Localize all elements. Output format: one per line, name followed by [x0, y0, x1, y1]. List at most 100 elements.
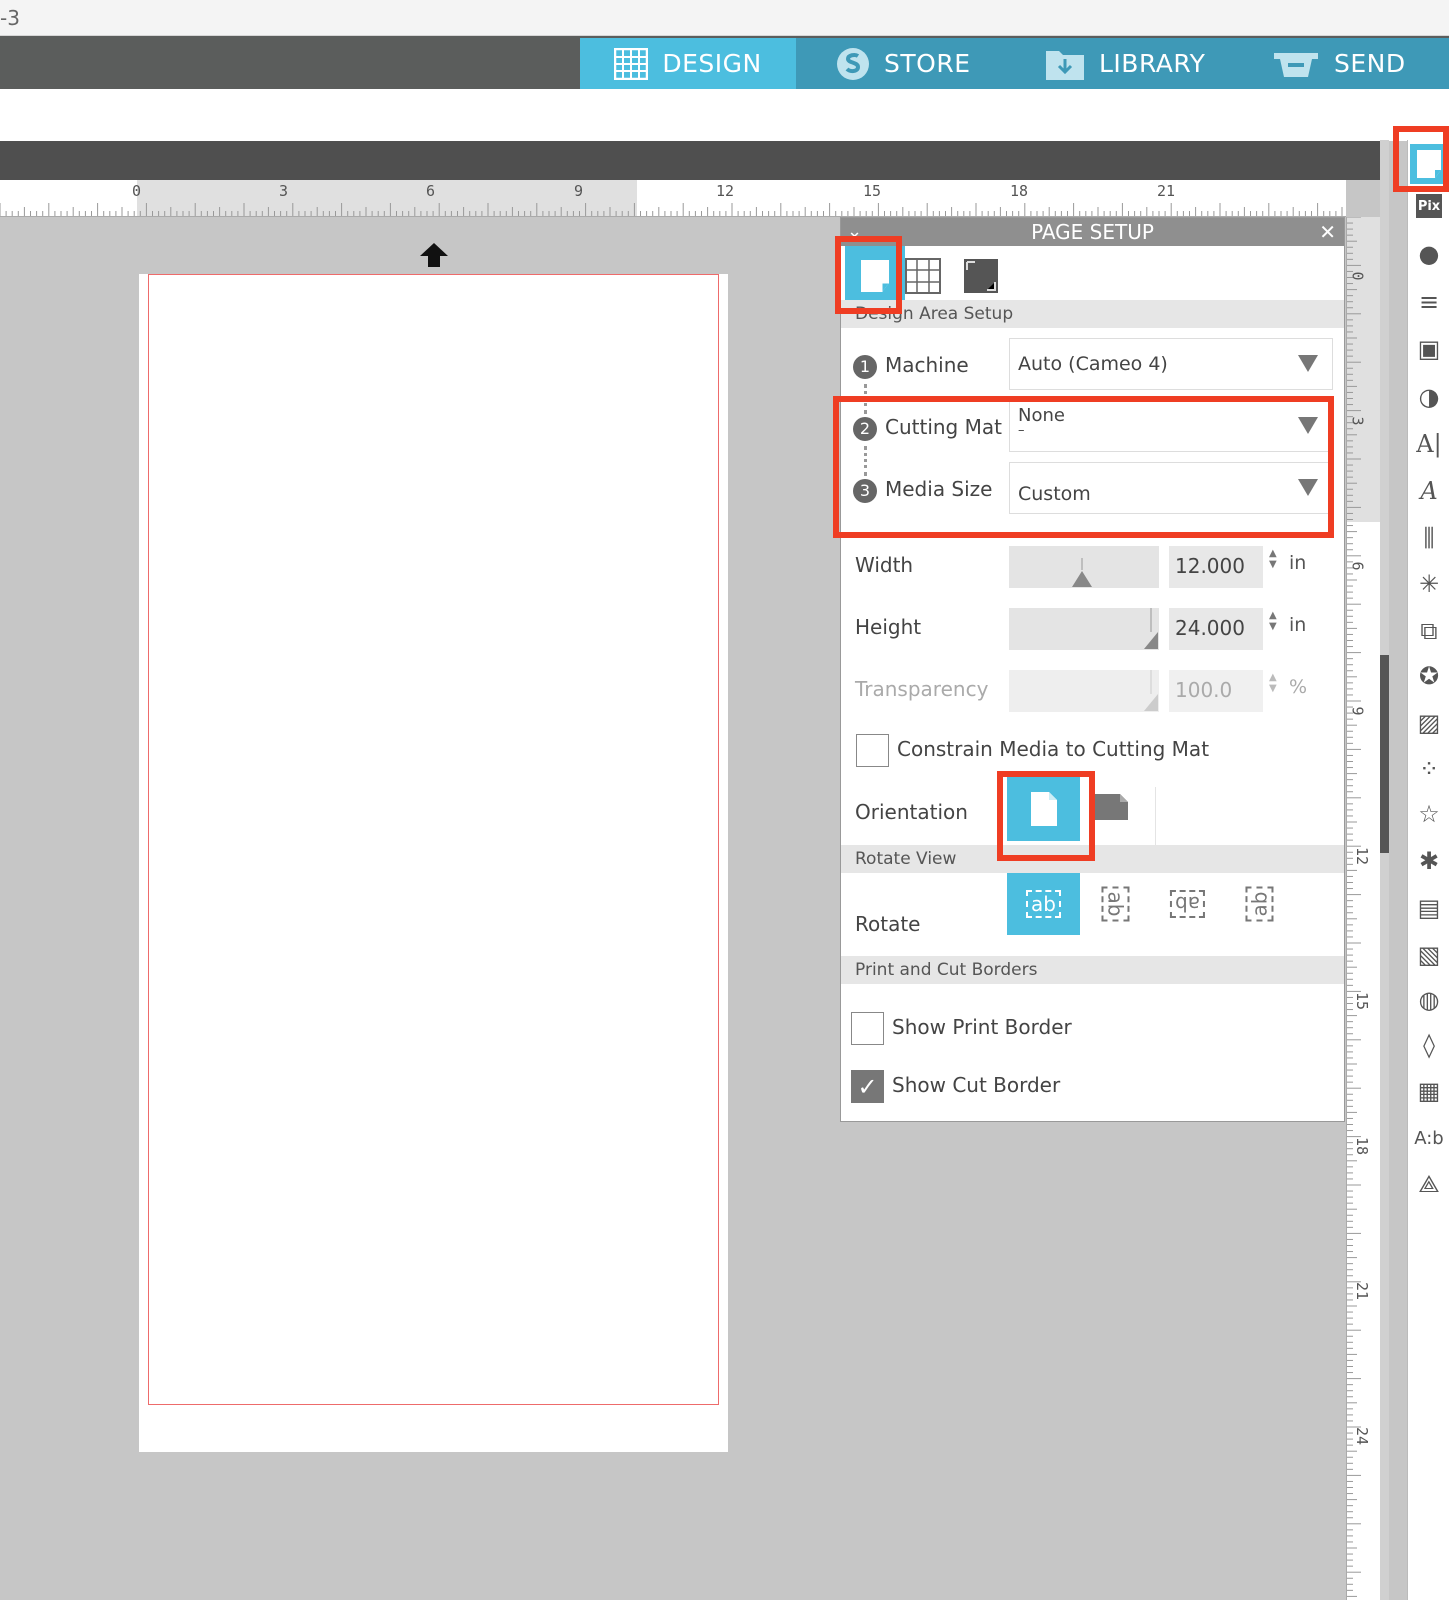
constrain-media-label: Constrain Media to Cutting Mat [897, 737, 1210, 761]
align-icon[interactable]: ⫼ [1412, 521, 1446, 555]
ruler-label: 21 [1157, 182, 1176, 200]
vertical-ruler[interactable]: 0 3 6 9 12 15 18 21 24 [1346, 217, 1380, 1600]
highlight-mat-media-fields [833, 396, 1334, 538]
fill-pattern-icon[interactable]: ▣ [1412, 332, 1446, 366]
height-label: Height [855, 615, 922, 639]
height-unit: in [1289, 614, 1307, 636]
star-badge-icon[interactable]: ✪ [1412, 659, 1446, 693]
tab-store-label: STORE [884, 49, 971, 78]
pixscan-tool-icon[interactable]: Pix [1416, 194, 1442, 218]
font-style-icon[interactable]: A:b [1412, 1121, 1446, 1155]
rotate-180-icon: ab [1170, 890, 1205, 918]
ruler-label: 6 [426, 182, 436, 200]
trace-icon[interactable]: ▨ [1412, 706, 1446, 740]
right-panel-toolbar: Pix ● ≡ ▣ ◑ A| A ⫼ ✳ ⧉ ✪ ▨ ⁘ ☆ ✱ ▤ ▧ ◍ ◊… [1407, 140, 1449, 1600]
text-tool-icon[interactable]: A| [1412, 427, 1446, 461]
ruler-label: 15 [1353, 991, 1372, 1011]
ruler-label: 0 [1348, 271, 1367, 281]
document-tabs-strip [0, 141, 1380, 180]
ruler-label: 18 [1353, 1136, 1372, 1156]
tab-design[interactable]: DESIGN [580, 38, 796, 89]
ruler-label: 12 [716, 182, 735, 200]
sparkle-dots-icon[interactable]: ⁘ [1412, 752, 1446, 786]
quick-access-toolbar [0, 89, 1449, 141]
slider-thumb[interactable] [1071, 558, 1093, 588]
window-title: -3 [0, 6, 20, 30]
width-slider[interactable] [1009, 546, 1159, 588]
vertical-scrollbar[interactable] [1380, 140, 1389, 1600]
panel-header[interactable]: ⌄ PAGE SETUP ✕ [841, 218, 1344, 246]
grid-settings-tab[interactable] [905, 258, 943, 296]
text-style-icon[interactable]: A [1412, 474, 1446, 508]
ruler-label: 9 [1348, 706, 1367, 716]
rotate-90-button[interactable]: ab [1079, 873, 1152, 935]
ruler-label: 12 [1353, 846, 1372, 866]
registration-marks-tab[interactable] [963, 258, 1001, 296]
folder-download-icon [1045, 47, 1085, 81]
replicate-icon[interactable]: ✳ [1412, 567, 1446, 601]
highlight-orientation-portrait [997, 771, 1095, 861]
constrain-media-checkbox[interactable] [856, 734, 889, 767]
section-print-cut-borders: Print and Cut Borders [841, 956, 1344, 984]
ruler-label: 18 [1010, 182, 1029, 200]
line-style-icon[interactable]: ≡ [1412, 285, 1446, 319]
height-input[interactable]: 24.000 [1169, 608, 1263, 650]
transparency-label: Transparency [855, 677, 989, 701]
dropdown-arrow-icon [1298, 355, 1318, 372]
ruler-label: 3 [279, 182, 289, 200]
machine-dropdown[interactable]: Auto (Cameo 4) [1009, 338, 1333, 390]
step-number-1: 1 [853, 354, 877, 379]
width-input[interactable]: 12.000 [1169, 546, 1263, 588]
transform-icon[interactable]: ⧉ [1412, 614, 1446, 648]
orientation-landscape-button[interactable] [1093, 793, 1133, 825]
height-stepper[interactable]: ▲ ▼ [1269, 610, 1277, 632]
hatch-icon[interactable]: ▧ [1412, 938, 1446, 972]
width-unit: in [1289, 552, 1307, 574]
contrast-icon[interactable]: ◑ [1412, 380, 1446, 414]
cut-border [148, 274, 719, 1405]
page-setup-panel: ⌄ PAGE SETUP ✕ Design Area Setup 1 Machin… [840, 217, 1345, 1122]
highlight-page-setup-tab [835, 236, 902, 314]
ruler-label: 0 [132, 182, 142, 200]
slider-thumb [1144, 670, 1158, 711]
ruler-ticks [0, 203, 1343, 216]
machine-label: 1 Machine [853, 353, 969, 379]
highlight-page-setup-tool [1393, 126, 1449, 192]
window-titlebar: -3 [0, 0, 1449, 36]
machine-value: Auto (Cameo 4) [1018, 353, 1168, 375]
height-slider[interactable] [1009, 608, 1159, 650]
layers-icon[interactable]: ▤ [1412, 891, 1446, 925]
transparency-slider [1009, 670, 1159, 712]
slider-thumb[interactable] [1143, 608, 1159, 650]
close-icon[interactable]: ✕ [1319, 218, 1336, 246]
tab-design-label: DESIGN [662, 49, 762, 78]
show-cut-border-label: Show Cut Border [892, 1073, 1061, 1097]
divider [1155, 787, 1156, 847]
show-print-border-checkbox[interactable] [851, 1012, 884, 1045]
tab-library[interactable]: LIBRARY [1045, 38, 1205, 89]
tab-send[interactable]: SEND [1272, 38, 1406, 89]
star-outline-icon[interactable]: ☆ [1412, 797, 1446, 831]
store-logo-icon [836, 47, 870, 81]
grid-icon [614, 47, 649, 80]
width-label: Width [855, 553, 914, 577]
tab-store[interactable]: STORE [836, 38, 970, 89]
palette-icon[interactable]: ● [1412, 237, 1446, 271]
horizontal-ruler[interactable]: 0 3 6 9 12 15 18 21 [0, 180, 1346, 217]
puzzle-icon[interactable]: ✱ [1412, 844, 1446, 878]
tab-library-label: LIBRARY [1099, 49, 1206, 78]
show-cut-border-checkbox[interactable]: ✓ [851, 1070, 884, 1103]
landscape-page-icon [1094, 794, 1128, 820]
rotate-270-button[interactable]: ab [1223, 873, 1296, 935]
rhinestone-icon[interactable]: ⟁ [1412, 1167, 1446, 1201]
show-print-border-label: Show Print Border [892, 1015, 1072, 1039]
width-stepper[interactable]: ▲ ▼ [1269, 548, 1277, 570]
scrollbar-thumb[interactable] [1380, 655, 1389, 853]
rotate-270-icon: ab [1245, 886, 1274, 922]
rotate-0-button[interactable]: ab [1007, 873, 1080, 935]
warp-icon[interactable]: ▦ [1412, 1074, 1446, 1108]
transparency-stepper: ▲ ▼ [1269, 672, 1277, 694]
globe-icon[interactable]: ◍ [1412, 983, 1446, 1017]
rotate-180-button[interactable]: ab [1151, 873, 1224, 935]
fold-icon[interactable]: ◊ [1412, 1028, 1446, 1062]
